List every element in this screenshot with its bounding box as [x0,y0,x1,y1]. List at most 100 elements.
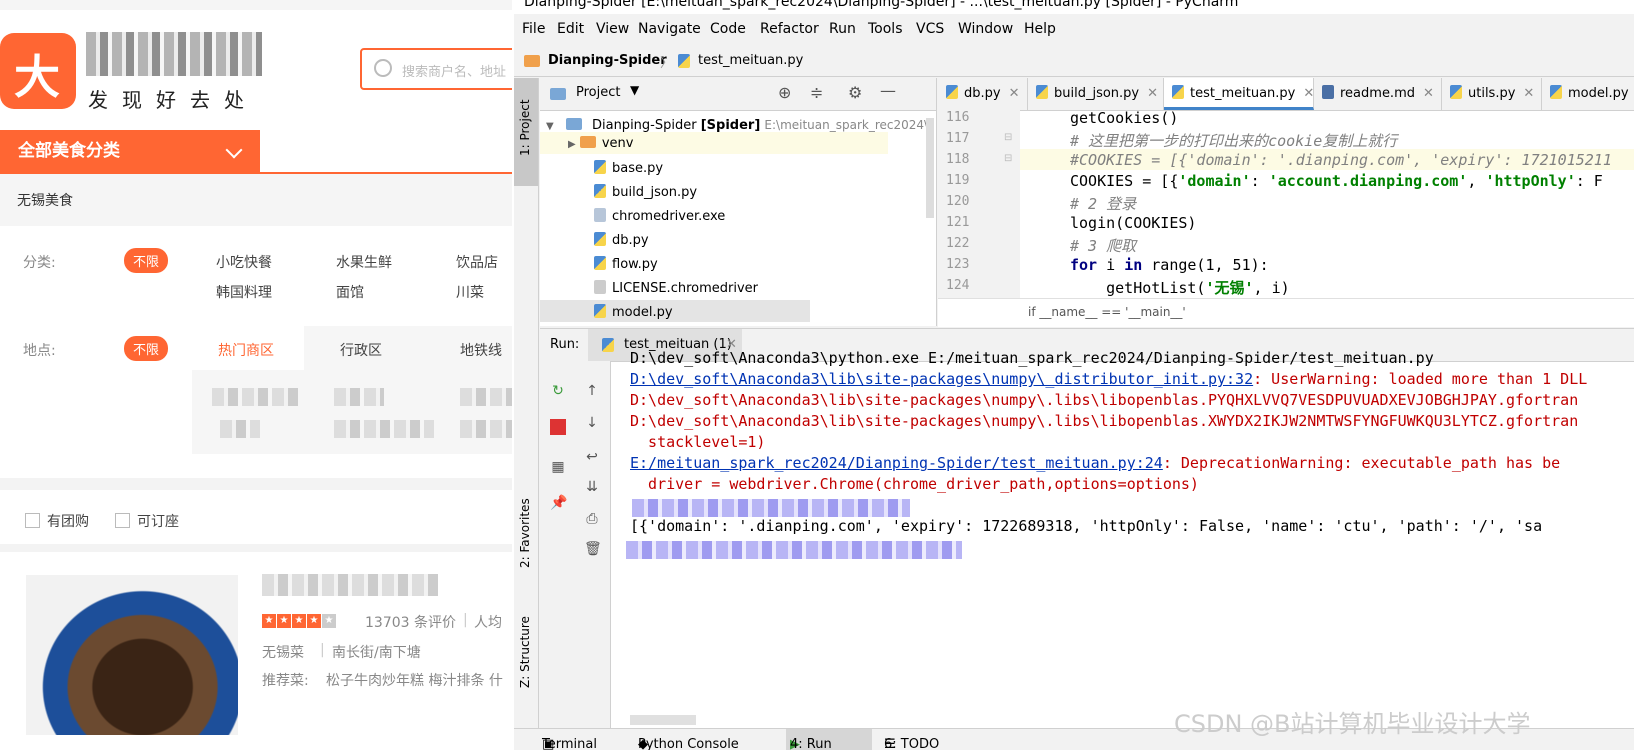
reservable-checkbox[interactable] [115,513,130,528]
recommend-dishes[interactable]: 松子牛肉炒年糕 梅汁排条 什 [326,670,503,690]
city-food-link[interactable]: 无锡美食 [17,190,73,210]
close-icon[interactable]: ✕ [1523,86,1534,101]
search-input[interactable]: 搜索商户名、地址 [402,61,506,80]
menu-refactor[interactable]: Refactor [760,21,819,37]
tab-subway[interactable]: 地铁线 [460,340,502,360]
menu-help[interactable]: Help [1024,21,1056,37]
blurred-area [212,388,302,406]
category-item[interactable]: 水果生鲜 [336,252,392,272]
hide-icon[interactable]: — [880,81,896,100]
category-all-tag[interactable]: 不限 [124,248,169,273]
category-item[interactable]: 饮品店 [456,252,498,272]
menu-window[interactable]: Window [958,21,1013,37]
menu-tools[interactable]: Tools [868,21,903,37]
tab-utils[interactable]: utils.py ✕ [1442,78,1542,110]
soft-wrap-icon[interactable]: ↩ [584,449,600,465]
menu-vcs[interactable]: VCS [916,21,944,37]
chevron-down-icon[interactable]: ▼ [630,83,639,97]
category-item[interactable]: 韩国料理 [216,282,272,302]
code-token: : F [1575,172,1603,190]
breadcrumb-project[interactable]: Dianping-Spider [548,53,667,68]
tab-readme[interactable]: readme.md ✕ [1314,78,1442,110]
menu-file[interactable]: File [522,21,545,37]
code-line[interactable]: for i in range(1, 51): [1070,256,1269,274]
code-line[interactable]: # 2 登录 [1070,193,1136,214]
tree-item-file[interactable]: LICENSE.chromedriver [594,280,758,296]
close-icon[interactable]: ✕ [1009,86,1020,101]
up-arrow-icon[interactable]: ↑ [584,383,600,399]
close-icon[interactable]: ✕ [1423,86,1434,101]
cuisine-tag[interactable]: 无锡菜 [262,642,304,662]
tree-item-file[interactable]: base.py [594,160,663,176]
tab-district[interactable]: 行政区 [340,340,382,360]
close-icon[interactable]: ✕ [1303,86,1314,101]
project-view-select[interactable]: Project [576,85,620,100]
tree-root[interactable]: ▼ Dianping-Spider [Spider] E:\meituan_sp… [546,118,928,133]
pin-icon[interactable]: 📌 [550,495,567,511]
tool-tab-structure[interactable]: Z: Structure [518,616,532,688]
tree-item-venv[interactable]: ▶ venv [568,136,633,151]
python-file-icon [594,232,606,246]
code-line[interactable]: # 这里把第一步的打印出来的cookie复制上就行 [1070,130,1397,151]
category-item[interactable]: 面馆 [336,282,364,302]
scroll-to-end-icon[interactable]: ⇊ [584,479,600,495]
code-line[interactable]: #COOKIES = [{'domain': '.dianping.com', … [1070,151,1612,169]
locate-icon[interactable]: ⊕ [778,83,791,102]
console-link[interactable]: E:/meituan_spark_rec2024/Dianping-Spider… [630,454,1163,472]
code-line[interactable]: getHotList('无锡', i) [1070,277,1290,298]
tree-scrollbar[interactable] [926,118,934,218]
review-count[interactable]: 13703 条评价 [365,612,456,632]
restaurant-photo[interactable] [26,575,238,735]
category-item[interactable]: 小吃快餐 [216,252,272,272]
rerun-icon[interactable]: ↻ [550,383,566,399]
scope-breadcrumb[interactable]: if __name__ == '__main__' [1028,305,1186,319]
group-buy-label: 有团购 [47,514,89,530]
fold-icon[interactable]: ⊟ [1004,153,1012,164]
tab-test-meituan[interactable]: test_meituan.py ✕ [1164,78,1314,110]
code-line[interactable]: COOKIES = [{'domain': 'account.dianping.… [1070,172,1603,190]
tool-tab-project[interactable]: 1: Project [518,99,532,156]
dianping-logo[interactable]: 大 [0,33,76,109]
console-scrollbar[interactable] [630,715,696,725]
code-line[interactable]: # 3 爬取 [1070,235,1136,256]
close-icon[interactable]: ✕ [1147,86,1158,101]
trash-icon[interactable]: 🗑 [584,541,602,557]
menu-navigate[interactable]: Navigate [638,21,701,37]
star-icon: ★ [262,614,276,628]
tab-model[interactable]: model.py [1542,78,1634,110]
menu-edit[interactable]: Edit [557,21,584,37]
menu-code[interactable]: Code [710,21,746,37]
tree-item-file[interactable]: chromedriver.exe [594,208,725,224]
python-file-icon [594,184,606,198]
layout-icon[interactable]: ▦ [550,459,566,475]
search-box[interactable]: 搜索商户名、地址 [360,48,512,90]
tab-hot-area[interactable]: 热门商区 [218,340,274,360]
code-line[interactable]: login(COOKIES) [1070,214,1196,232]
fold-icon[interactable]: ⊟ [1004,132,1012,143]
tab-db-py[interactable]: db.py ✕ [938,78,1028,110]
stop-icon[interactable] [550,419,566,435]
tree-item-file[interactable]: db.py [594,232,649,248]
code-line[interactable]: getCookies() [1070,109,1178,127]
tree-item-file[interactable]: flow.py [594,256,658,272]
console-link[interactable]: D:\dev_soft\Anaconda3\lib\site-packages\… [630,370,1253,388]
menu-run[interactable]: Run [829,21,856,37]
pycharm-window: Dianping-Spider [E:\meituan_spark_rec202… [514,0,1634,750]
tree-item-file[interactable]: build_json.py [594,184,697,200]
group-buy-checkbox[interactable] [25,513,40,528]
breadcrumb-file[interactable]: test_meituan.py [698,53,803,68]
down-arrow-icon[interactable]: ↓ [584,415,600,431]
category-item[interactable]: 川菜 [456,282,484,302]
collapse-icon[interactable]: ≑ [810,83,823,102]
area-tag[interactable]: 南长街/南下塘 [332,642,421,662]
gear-icon[interactable]: ⚙ [848,83,862,102]
location-all-tag[interactable]: 不限 [124,336,169,361]
tab-build-json[interactable]: build_json.py ✕ [1028,78,1164,110]
tree-item-file[interactable]: model.py [594,304,673,320]
tool-tab-favorites[interactable]: 2: Favorites [518,498,532,568]
menu-view[interactable]: View [596,21,629,37]
all-food-category-button[interactable]: 全部美食分类 [0,130,260,172]
recommend-label: 推荐菜: [262,673,309,689]
print-icon[interactable]: ⎙ [584,511,600,527]
run-toolbar: ↻ ↑ ↓ ↩ ▦ ⇊ 📌 ⎙ 🗑 [540,361,611,729]
